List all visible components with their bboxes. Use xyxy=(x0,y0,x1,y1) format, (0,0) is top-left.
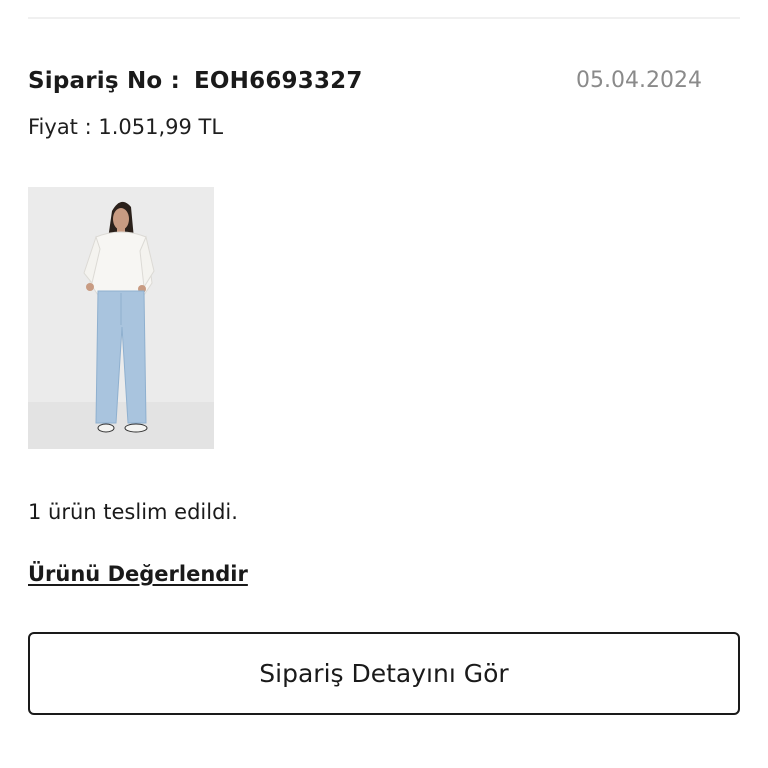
order-details-button-label: Sipariş Detayını Gör xyxy=(259,659,509,688)
price-row: Fiyat : 1.051,99 TL xyxy=(28,115,223,139)
price-value: 1.051,99 TL xyxy=(98,115,224,139)
order-number-label: Sipariş No : xyxy=(28,68,181,94)
order-number-row: Sipariş No : EOH6693327 xyxy=(28,68,363,94)
order-card: Sipariş No : EOH6693327 05.04.2024 Fiyat … xyxy=(0,0,768,768)
review-product-link[interactable]: Ürünü Değerlendir xyxy=(28,562,248,586)
price-label: Fiyat : xyxy=(28,115,92,139)
product-image[interactable] xyxy=(28,187,214,449)
order-date: 05.04.2024 xyxy=(576,68,702,93)
delivery-status: 1 ürün teslim edildi. xyxy=(28,500,238,524)
order-details-button[interactable]: Sipariş Detayını Gör xyxy=(28,632,740,715)
top-divider xyxy=(28,17,740,19)
order-number: EOH6693327 xyxy=(194,68,363,94)
